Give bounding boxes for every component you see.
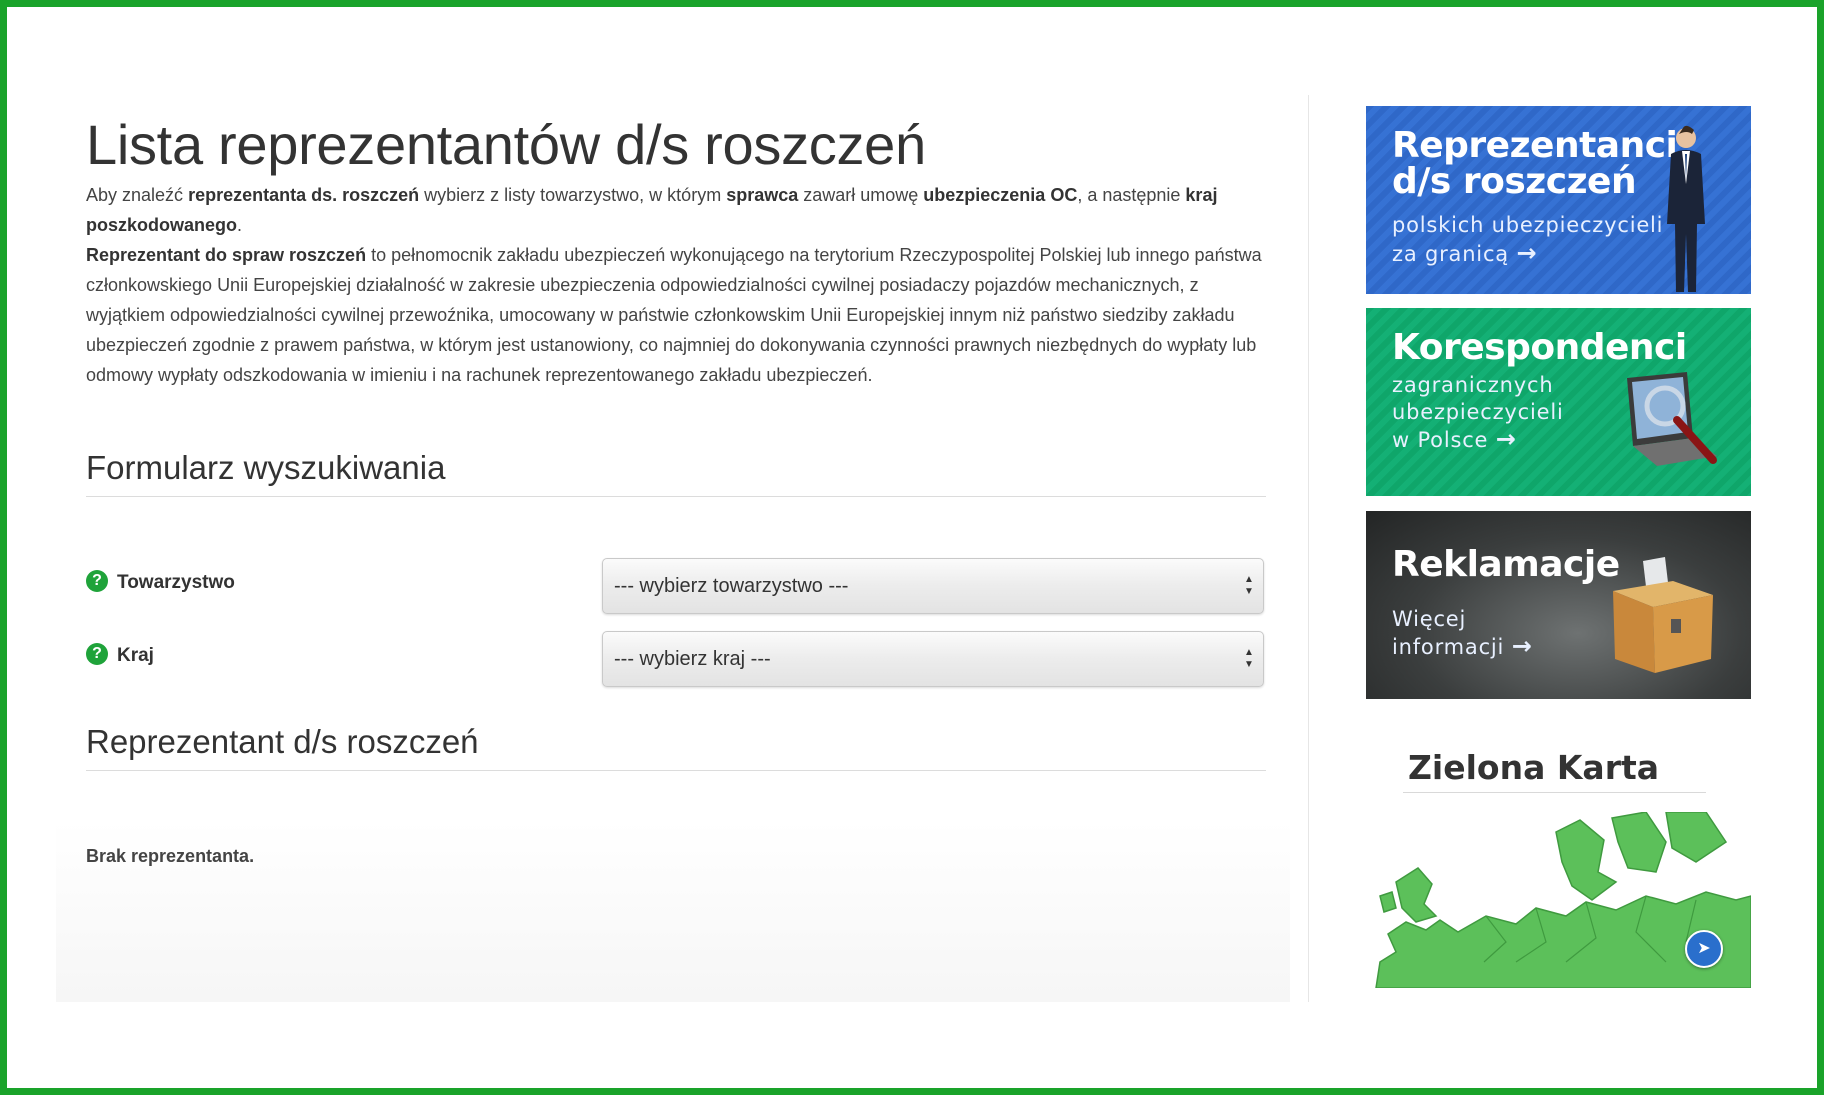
arrow-right-icon: → (1511, 632, 1533, 660)
page-title: Lista reprezentantów d/s roszczeń (86, 113, 926, 176)
banner-title-line1: Reprezentanci (1392, 125, 1678, 166)
ballot-box-icon (1613, 557, 1713, 673)
result-header: Reprezentant d/s roszczeń (86, 720, 1266, 771)
banner-sub-line1: zagranicznych (1392, 373, 1554, 397)
towarzystwo-row: ? Towarzystwo --- wybierz towarzystwo --… (86, 558, 1266, 626)
green-card-map[interactable]: ➤ (1366, 812, 1751, 988)
towarzystwo-label: Towarzystwo (117, 572, 235, 593)
select-arrows-icon: ▲ ▼ (1244, 647, 1254, 670)
definition-paragraph: Reprezentant do spraw roszczeń to pełnom… (86, 240, 1266, 390)
green-card-title: Zielona Karta (1408, 748, 1660, 787)
arrow-right-icon: → (1516, 239, 1538, 267)
intro-bold-3: ubezpieczenia OC (923, 185, 1078, 205)
towarzystwo-select-value: --- wybierz towarzystwo --- (614, 575, 849, 597)
definition-text: to pełnomocnik zakładu ubezpieczeń wykon… (86, 245, 1262, 385)
intro-text-2: wybierz z listy towarzystwo, w którym (419, 185, 727, 205)
banner-sub-line3: w Polsce → (1392, 426, 1517, 454)
banner-sub-line2-text: informacji (1392, 635, 1505, 659)
banner-sub-line1: polskich ubezpieczycieli (1392, 213, 1664, 237)
laptop-magnifier-icon (1627, 372, 1717, 466)
kraj-row: ? Kraj --- wybierz kraj --- ▲ ▼ (86, 631, 1266, 699)
banner-title-line1: Korespondenci (1392, 327, 1687, 368)
kraj-select-value: --- wybierz kraj --- (614, 648, 771, 670)
banner-title-line2: d/s roszczeń (1392, 161, 1637, 202)
intro-text-4: , a następnie (1077, 185, 1186, 205)
search-form-heading: Formularz wyszukiwania (86, 449, 446, 486)
arrow-right-icon: → (1495, 425, 1517, 453)
definition-bold: Reprezentant do spraw roszczeń (86, 245, 367, 265)
intro-text-3: zawarł umowę (798, 185, 924, 205)
banner-reprezentanci[interactable]: Reprezentanci d/s roszczeń polskich ubez… (1366, 106, 1751, 294)
banner-sub-line3-text: w Polsce (1392, 428, 1489, 452)
banner-korespondenci[interactable]: Korespondenci zagranicznych ubezpieczyci… (1366, 308, 1751, 496)
search-form-header: Formularz wyszukiwania (86, 446, 1266, 497)
intro-bold-1: reprezentanta ds. roszczeń (188, 185, 420, 205)
intro-text-1: Aby znaleźć (86, 185, 189, 205)
green-card-rule (1403, 792, 1706, 793)
select-arrows-icon: ▲ ▼ (1244, 574, 1254, 597)
question-icon[interactable]: ? (86, 570, 108, 592)
banner-title-line1: Reklamacje (1392, 544, 1620, 585)
banner-sub-line2: informacji → (1392, 633, 1533, 661)
no-representative-message: Brak reprezentanta. (86, 846, 255, 866)
businessman-icon (1667, 125, 1705, 292)
kraj-label: Kraj (117, 645, 154, 666)
intro-text-5: . (237, 215, 243, 235)
intro-bold-2: sprawca (726, 185, 799, 205)
banner-sub-line2: za granicą → (1392, 240, 1537, 268)
banner-sub-line1: Więcej (1392, 607, 1467, 631)
banner-sub-line2-text: za granicą (1392, 242, 1509, 266)
question-icon[interactable]: ? (86, 643, 108, 665)
page-content: Lista reprezentantów d/s roszczeń Aby zn… (86, 110, 1266, 390)
intro-paragraph: Aby znaleźć reprezentanta ds. roszczeń w… (86, 180, 1266, 240)
kraj-select[interactable]: --- wybierz kraj --- ▲ ▼ (602, 631, 1264, 687)
play-icon[interactable]: ➤ (1685, 930, 1723, 968)
column-divider (1308, 95, 1309, 1002)
banner-sub-line2: ubezpieczycieli (1392, 400, 1564, 424)
towarzystwo-select[interactable]: --- wybierz towarzystwo --- ▲ ▼ (602, 558, 1264, 614)
banner-reklamacje[interactable]: Reklamacje Więcej informacji → (1366, 511, 1751, 699)
result-heading: Reprezentant d/s roszczeń (86, 723, 479, 760)
